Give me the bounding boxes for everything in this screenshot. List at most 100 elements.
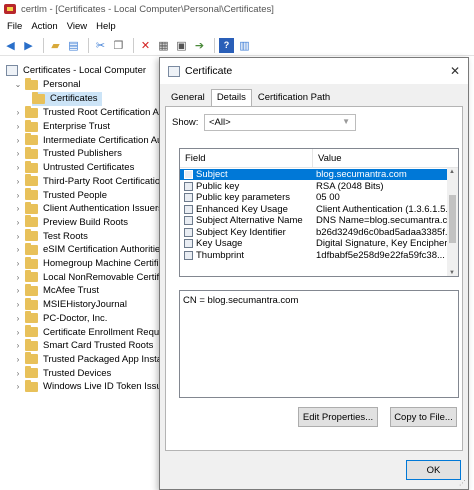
- back-arrow-icon[interactable]: ◀: [3, 38, 18, 53]
- tree-item-personal[interactable]: ⌄ Personal: [14, 77, 81, 92]
- tree-item-store[interactable]: › Preview Build Roots: [14, 215, 128, 230]
- show-dropdown[interactable]: <All> ▼: [204, 114, 356, 131]
- tree-item-store[interactable]: › Third-Party Root Certification: [14, 174, 162, 189]
- cut-icon[interactable]: ✂: [93, 38, 108, 53]
- forward-arrow-icon[interactable]: ▶: [21, 38, 36, 53]
- tree-root[interactable]: Certificates - Local Computer: [6, 64, 146, 78]
- menu-help[interactable]: Help: [93, 21, 122, 32]
- chevron-right-icon[interactable]: ›: [14, 232, 22, 241]
- tree-item-store[interactable]: › Trusted Packaged App Installa: [14, 352, 162, 367]
- chevron-right-icon[interactable]: ›: [14, 136, 22, 145]
- chevron-down-icon[interactable]: ⌄: [14, 80, 22, 89]
- field-list-row[interactable]: Thumbprint 1dfbabf5e258d9e22fa59fc38...: [180, 250, 448, 261]
- menu-view[interactable]: View: [64, 21, 93, 32]
- up-folder-icon[interactable]: ▰: [48, 38, 63, 53]
- chevron-right-icon[interactable]: ›: [14, 122, 22, 131]
- scroll-up-icon[interactable]: ▲: [449, 169, 455, 175]
- delete-icon[interactable]: ✕: [138, 38, 153, 53]
- field-list-row[interactable]: Subject Alternative Name DNS Name=blog.se…: [180, 215, 448, 226]
- tree-item-label: Local NonRemovable Certificate: [43, 271, 162, 283]
- chevron-right-icon[interactable]: ›: [14, 314, 22, 323]
- window-titlebar: certlm - [Certificates - Local Computer\…: [0, 0, 474, 18]
- chevron-right-icon[interactable]: ›: [14, 355, 22, 364]
- chevron-right-icon[interactable]: ›: [14, 341, 22, 350]
- column-header-field[interactable]: Field: [180, 149, 313, 167]
- chevron-right-icon[interactable]: ›: [14, 204, 22, 213]
- chevron-right-icon[interactable]: ›: [14, 382, 22, 391]
- tree-item-store[interactable]: › Trusted People: [14, 188, 107, 202]
- toolbar: ◀ ▶ ▰ ▤ ✂ ❐ ✕ ▦ ▣ ➔ ? ▥: [0, 35, 474, 56]
- tree-item-store[interactable]: › Homegroup Machine Certificate: [14, 256, 162, 271]
- field-list-row[interactable]: Subject Key Identifier b26d3249d6c0bad5ad…: [180, 227, 448, 238]
- copy-icon[interactable]: ❐: [111, 38, 126, 53]
- show-hide-tree-icon[interactable]: ▤: [66, 38, 81, 53]
- tree-item-store[interactable]: › Local NonRemovable Certificate: [14, 270, 162, 284]
- folder-icon: [25, 379, 38, 392]
- folder-icon: [25, 270, 38, 283]
- field-list-row[interactable]: Subject blog.secumantra.com: [180, 169, 448, 181]
- tree-item-label: Third-Party Root Certification: [43, 175, 162, 187]
- tab-details[interactable]: Details: [210, 89, 252, 106]
- tree-item-store[interactable]: › Trusted Publishers: [14, 146, 122, 161]
- edit-properties-button[interactable]: Edit Properties...: [298, 407, 378, 427]
- chevron-right-icon[interactable]: ›: [14, 245, 22, 254]
- chevron-right-icon[interactable]: ›: [14, 108, 22, 117]
- menu-file[interactable]: File: [4, 21, 28, 32]
- chevron-right-icon[interactable]: ›: [14, 259, 22, 268]
- tree-item-store[interactable]: › eSIM Certification Authorities: [14, 242, 162, 257]
- field-value-textbox[interactable]: CN = blog.secumantra.com: [179, 290, 459, 398]
- folder-icon: [25, 229, 38, 242]
- tree-item-store[interactable]: › Certificate Enrollment Reques: [14, 325, 162, 339]
- field-icon: [184, 227, 193, 237]
- certificate-icon: [168, 65, 180, 77]
- chevron-right-icon[interactable]: ›: [14, 149, 22, 158]
- tree-item-store[interactable]: › PC-Doctor, Inc.: [14, 311, 107, 326]
- tree-item-store[interactable]: › Trusted Devices: [14, 366, 111, 380]
- tab-certification-path[interactable]: Certification Path: [252, 89, 336, 106]
- close-icon[interactable]: ✕: [450, 64, 460, 78]
- properties-icon[interactable]: ▦: [156, 38, 171, 53]
- chevron-right-icon[interactable]: ›: [14, 191, 22, 200]
- field-list-row[interactable]: Public key parameters 05 00: [180, 192, 448, 203]
- field-list-row[interactable]: Enhanced Key Usage Client Authentication …: [180, 204, 448, 215]
- action-pane-icon[interactable]: ▥: [237, 38, 252, 53]
- field-list[interactable]: Field Value Subject blog.secumantra.com Pu…: [179, 148, 459, 277]
- folder-icon: [25, 215, 38, 228]
- tree-item-store[interactable]: › Enterprise Trust: [14, 119, 110, 134]
- field-name: Subject Alternative Name: [196, 215, 303, 227]
- chevron-right-icon[interactable]: ›: [14, 369, 22, 378]
- resize-grip-icon[interactable]: ⋰: [459, 479, 466, 487]
- copy-to-file-button[interactable]: Copy to File...: [390, 407, 457, 427]
- chevron-right-icon[interactable]: ›: [14, 163, 22, 172]
- chevron-right-icon[interactable]: ›: [14, 177, 22, 186]
- tree-item-store[interactable]: › Intermediate Certification Aut: [14, 133, 162, 147]
- field-list-row[interactable]: Key Usage Digital Signature, Key Encipher…: [180, 238, 448, 249]
- tree-item-certificates[interactable]: Certificates: [32, 91, 102, 106]
- refresh-icon[interactable]: ▣: [174, 38, 189, 53]
- help-icon[interactable]: ?: [219, 37, 234, 53]
- tree-item-store[interactable]: › Test Roots: [14, 229, 88, 243]
- chevron-right-icon[interactable]: ›: [14, 286, 22, 295]
- chevron-right-icon[interactable]: ›: [14, 300, 22, 309]
- tree-item-store[interactable]: › Trusted Root Certification Auth: [14, 105, 162, 120]
- chevron-right-icon[interactable]: ›: [14, 273, 22, 282]
- column-header-value[interactable]: Value: [313, 149, 458, 167]
- tree-item-store[interactable]: › Untrusted Certificates: [14, 160, 134, 175]
- tree-item-store[interactable]: › McAfee Trust: [14, 283, 99, 298]
- tree-item-store[interactable]: › Client Authentication Issuers: [14, 201, 162, 216]
- export-list-icon[interactable]: ➔: [192, 38, 207, 53]
- tree-item-store[interactable]: › Windows Live ID Token Issuer: [14, 379, 162, 394]
- field-name: Key Usage: [196, 238, 243, 250]
- menu-action[interactable]: Action: [28, 21, 63, 32]
- chevron-right-icon[interactable]: ›: [14, 328, 22, 337]
- field-list-row[interactable]: Public key RSA (2048 Bits): [180, 181, 448, 192]
- chevron-right-icon[interactable]: ›: [14, 218, 22, 227]
- tab-general[interactable]: General: [165, 89, 211, 106]
- field-icon: [184, 193, 193, 203]
- ok-button[interactable]: OK: [406, 460, 461, 480]
- tree-item-store[interactable]: › MSIEHistoryJournal: [14, 297, 127, 312]
- field-list-scrollbar[interactable]: ▲ ▼: [447, 168, 458, 276]
- scroll-down-icon[interactable]: ▼: [449, 270, 455, 276]
- scrollbar-thumb[interactable]: [449, 195, 456, 243]
- tree-item-store[interactable]: › Smart Card Trusted Roots: [14, 338, 153, 353]
